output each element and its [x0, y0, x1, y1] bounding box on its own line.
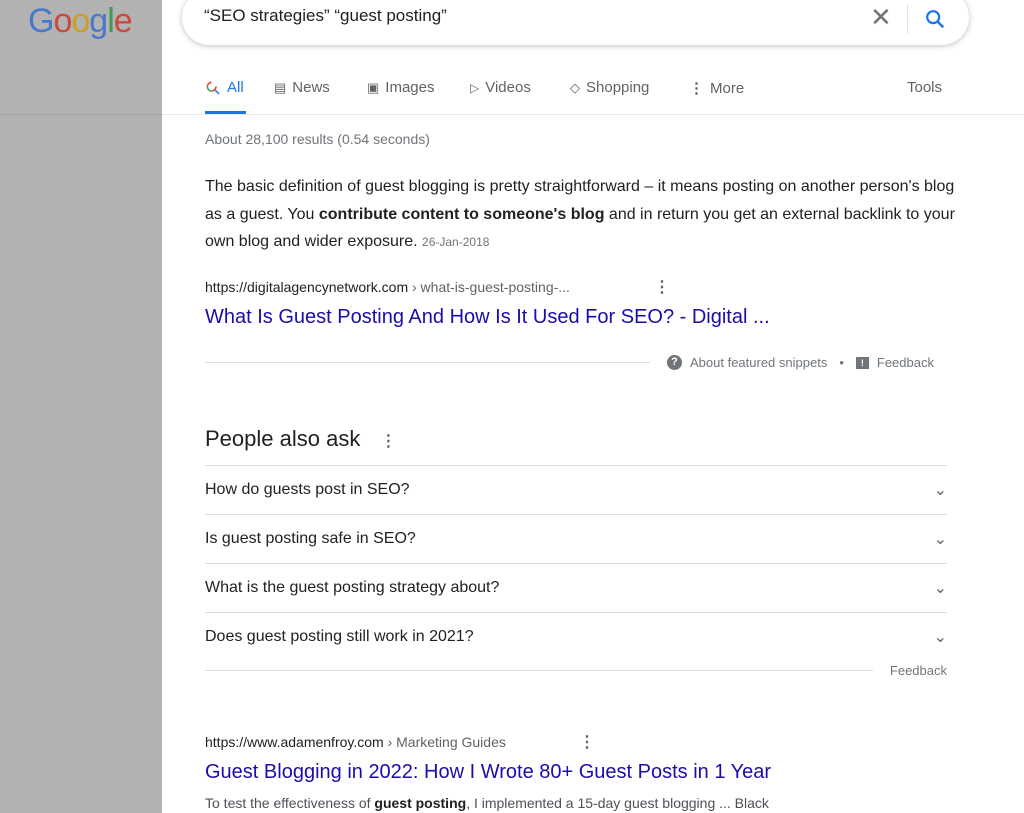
video-icon: ▷	[470, 80, 480, 95]
tab-more[interactable]: ⋮ More	[689, 79, 745, 98]
divider	[907, 4, 908, 34]
chevron-down-icon: ⌄	[933, 531, 947, 548]
tab-images[interactable]: ▣ Images	[367, 79, 435, 96]
divider	[205, 670, 873, 671]
tab-label: All	[227, 79, 244, 96]
feedback-link[interactable]: Feedback	[890, 663, 947, 678]
result-stats: About 28,100 results (0.54 seconds)	[205, 131, 430, 147]
tab-label: More	[710, 79, 745, 97]
search-tabs: All ▤ News ▣ Images ▷ Videos ◇ Shopping ⋮ Mor…	[205, 79, 1024, 115]
image-icon: ▣	[367, 79, 380, 95]
question-item[interactable]: How do guests post in SEO? ⌄	[205, 465, 947, 514]
more-options-icon[interactable]: ⋮	[579, 732, 595, 752]
tab-shopping[interactable]: ◇ Shopping	[570, 79, 649, 96]
search-icon	[206, 81, 220, 95]
divider	[162, 114, 1024, 115]
divider	[205, 362, 650, 363]
tab-label: News	[292, 79, 330, 96]
question-item[interactable]: What is the guest posting strategy about…	[205, 563, 947, 612]
result-title-link[interactable]: Guest Blogging in 2022: How I Wrote 80+ …	[205, 761, 771, 784]
clear-icon[interactable]: ✕	[870, 4, 892, 30]
about-featured-snippets-link[interactable]: About featured snippets	[690, 355, 827, 370]
chevron-down-icon: ⌄	[933, 580, 947, 597]
people-also-ask-heading: People also ask ⋮	[205, 426, 397, 451]
chevron-down-icon: ⌄	[933, 482, 947, 499]
search-box: ✕	[182, 0, 969, 45]
tab-label: Images	[385, 79, 435, 96]
result-title-link[interactable]: What Is Guest Posting And How Is It Used…	[205, 306, 770, 329]
search-input[interactable]	[204, 6, 844, 26]
feedback-link[interactable]: Feedback	[877, 355, 934, 370]
tools-label: Tools	[907, 79, 943, 96]
news-icon: ▤	[274, 79, 287, 95]
divider	[0, 114, 162, 115]
tools-button[interactable]: Tools	[907, 79, 942, 96]
result-description: To test the effectiveness of guest posti…	[205, 795, 769, 811]
result-url[interactable]: https://digitalagencynetwork.com › what-…	[205, 279, 570, 295]
chevron-down-icon: ⌄	[933, 629, 947, 646]
question-item[interactable]: Does guest posting still work in 2021? ⌄	[205, 612, 947, 661]
search-icon	[926, 10, 945, 29]
snippet-footer: ? About featured snippets • ! Feedback	[667, 355, 934, 370]
more-vert-icon: ⋮	[689, 80, 704, 97]
result-url[interactable]: https://www.adamenfroy.com › Marketing G…	[205, 734, 506, 750]
tab-news[interactable]: ▤ News	[274, 79, 330, 96]
question-item[interactable]: Is guest posting safe in SEO? ⌄	[205, 514, 947, 563]
search-button[interactable]	[924, 8, 946, 35]
tab-label: Shopping	[586, 79, 650, 96]
feedback-icon: !	[855, 356, 869, 369]
snippet-date: 26-Jan-2018	[422, 235, 490, 249]
featured-snippet-text: The basic definition of guest blogging i…	[205, 178, 955, 250]
google-logo[interactable]: Google	[28, 2, 133, 41]
tab-videos[interactable]: ▷ Videos	[470, 79, 531, 96]
help-icon: ?	[667, 355, 682, 370]
tag-icon: ◇	[570, 79, 580, 95]
left-overlay	[0, 0, 162, 813]
more-options-icon[interactable]: ⋮	[380, 433, 396, 450]
tab-all[interactable]: All	[205, 79, 244, 96]
tab-label: Videos	[485, 79, 531, 96]
more-options-icon[interactable]: ⋮	[654, 277, 670, 297]
